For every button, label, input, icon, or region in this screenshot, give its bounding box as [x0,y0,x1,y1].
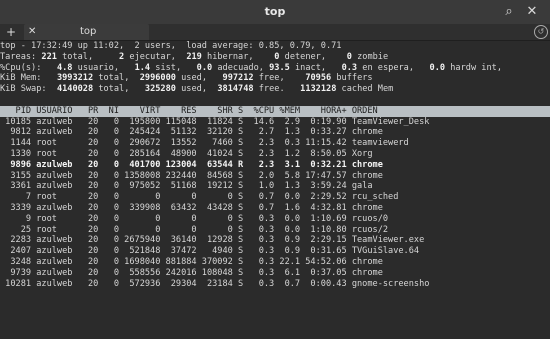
table-row: 2283 azulweb 20 0 2675940 36140 12928 S … [0,235,435,246]
table-header: PID USUARIO PR NI VIRT RES SHR S %CPU %M… [0,105,550,117]
tab-bar: + ✕ top ↺ [0,24,550,41]
table-row: 10281 azulweb 20 0 572936 29304 23184 S … [0,278,435,289]
mem-line: KiB Mem: 3993212 total, 2996000 used, 99… [0,73,373,84]
search-icon[interactable]: ⌕ [500,3,518,21]
swap-line: KiB Swap: 4140028 total, 325280 used, 38… [0,84,394,95]
terminal-output[interactable]: top - 17:32:49 up 11:02, 2 users, load a… [0,41,550,339]
table-row: 3339 azulweb 20 0 339908 63432 43428 S 0… [0,202,435,213]
table-row: 3361 azulweb 20 0 975052 51168 19212 S 1… [0,181,435,192]
cpu-line: %Cpu(s): 4.8 usuario, 1.4 sist, 0.0 adec… [0,62,502,73]
tasks-line: Tareas: 221 total, 2 ejecutar, 219 hiber… [0,51,389,62]
table-row: 9896 azulweb 20 0 401700 123004 63544 R … [0,159,435,170]
table-row: 2407 azulweb 20 0 521848 37472 4940 S 0.… [0,246,435,257]
table-row: 25 root 20 0 0 0 0 S 0.3 0.0 1:10.80 rcu… [0,224,435,235]
table-row: 1144 root 20 0 290672 13552 7460 S 2.3 0… [0,138,435,149]
table-row: 10185 azulweb 20 0 195800 115048 11824 S… [0,116,435,127]
uptime-line: top - 17:32:49 up 11:02, 2 users, load a… [0,41,342,51]
table-row: 9812 azulweb 20 0 245424 51132 32120 S 2… [0,127,435,138]
title-bar: top ⌕ ✕ [0,0,550,24]
table-row: 3248 azulweb 20 0 1698040 881884 370092 … [0,256,435,267]
tab-close-icon[interactable]: ✕ [28,24,36,40]
window-title: top [264,5,286,18]
history-icon[interactable]: ↺ [534,25,548,39]
table-row: 3155 azulweb 20 0 1358008 232440 84568 S… [0,170,435,181]
process-rows: 10185 azulweb 20 0 195800 115048 11824 S… [0,117,550,290]
new-tab-icon[interactable]: + [6,24,16,40]
table-row: 7 root 20 0 0 0 0 S 0.7 0.0 2:29.52 rcu_… [0,192,435,203]
table-row: 1330 root 20 0 285164 48900 41024 S 2.3 … [0,148,435,159]
tab-label: top [80,26,97,37]
close-icon[interactable]: ✕ [523,3,541,21]
table-row: 9 root 20 0 0 0 0 S 0.3 0.0 1:10.69 rcuo… [0,213,435,224]
table-row: 9739 azulweb 20 0 558556 242016 108048 S… [0,267,435,278]
